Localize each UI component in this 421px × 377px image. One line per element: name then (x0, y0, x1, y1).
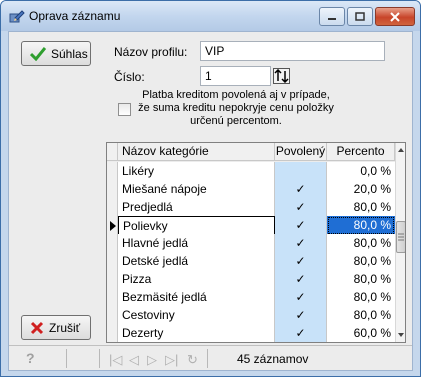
status-separator (66, 349, 67, 368)
cell-category-name[interactable]: Dezerty (118, 324, 275, 342)
profile-name-label: Názov profilu: (114, 45, 188, 59)
cell-allowed-checkbox[interactable]: ✓ (275, 288, 327, 307)
table-row[interactable]: Hlavné jedlá ✓ 80,0 % (107, 234, 395, 253)
last-record-icon[interactable]: ▷| (165, 352, 178, 368)
header-indicator-cell (107, 143, 118, 161)
row-indicator[interactable] (107, 270, 118, 289)
table-row[interactable]: Dezerty ✓ 60,0 % (107, 324, 395, 342)
cell-allowed-checkbox[interactable]: ✓ (275, 216, 327, 235)
credit-payment-checkbox[interactable] (118, 103, 131, 116)
cell-percent[interactable]: 80,0 % (327, 216, 395, 235)
grid-header: Názov kategórie Povolený Percento (107, 143, 405, 161)
row-indicator[interactable] (107, 216, 118, 235)
grip-icon (398, 233, 404, 241)
prev-record-icon[interactable]: ◁ (129, 352, 139, 368)
cell-percent[interactable]: 80,0 % (327, 252, 395, 271)
close-button[interactable] (375, 7, 415, 26)
cell-percent[interactable]: 80,0 % (327, 198, 395, 217)
first-record-icon[interactable]: |◁ (109, 352, 122, 368)
next-record-icon[interactable]: ▷ (147, 352, 157, 368)
scroll-up-arrow-icon[interactable] (396, 145, 406, 155)
record-count: 45 záznamov (237, 352, 309, 366)
table-row[interactable]: Detské jedlá ✓ 80,0 % (107, 252, 395, 271)
grid-vertical-scrollbar[interactable] (395, 143, 406, 342)
current-row-arrow-icon (110, 221, 116, 231)
cell-percent[interactable]: 0,0 % (327, 162, 395, 181)
status-separator (207, 349, 208, 368)
cell-percent[interactable]: 60,0 % (327, 324, 395, 342)
cell-percent[interactable]: 80,0 % (327, 288, 395, 307)
checkmark-icon (30, 46, 46, 61)
table-row[interactable]: Polievky ✓ 80,0 % (107, 216, 395, 235)
cell-category-name[interactable]: Polievky (118, 216, 275, 235)
credit-payment-label: Platba kreditom povolená aj v prípade, ž… (138, 89, 334, 127)
cell-category-name[interactable]: Likéry (118, 162, 275, 181)
column-header-percent[interactable]: Percento (327, 143, 395, 161)
dialog-body: Súhlas Názov profilu: VIP Číslo: 1 Platb… (8, 31, 413, 371)
table-row[interactable]: Bezmäsité jedlá ✓ 80,0 % (107, 288, 395, 307)
cell-percent[interactable]: 80,0 % (327, 270, 395, 289)
row-indicator[interactable] (107, 180, 118, 199)
cell-category-name[interactable]: Hlavné jedlá (118, 234, 275, 253)
cell-allowed-checkbox[interactable] (275, 162, 327, 181)
cell-category-name[interactable]: Pizza (118, 270, 275, 289)
ok-button[interactable]: Súhlas (21, 41, 91, 66)
row-indicator[interactable] (107, 234, 118, 253)
maximize-icon (355, 12, 365, 21)
minimize-button[interactable] (319, 7, 345, 26)
cell-category-name[interactable]: Miešané nápoje (118, 180, 275, 199)
ok-button-label: Súhlas (51, 46, 88, 61)
close-icon (390, 11, 400, 22)
cell-allowed-checkbox[interactable]: ✓ (275, 252, 327, 271)
cancel-button-label: Zrušiť (49, 320, 81, 335)
column-header-category[interactable]: Názov kategórie (118, 143, 275, 161)
table-row[interactable]: Cestoviny ✓ 80,0 % (107, 306, 395, 325)
cell-category-name[interactable]: Detské jedlá (118, 252, 275, 271)
row-indicator[interactable] (107, 324, 118, 342)
svg-text:?: ? (26, 350, 35, 366)
number-label: Číslo: (114, 70, 145, 84)
row-indicator[interactable] (107, 306, 118, 325)
row-indicator[interactable] (107, 252, 118, 271)
scroll-down-arrow-icon[interactable] (396, 330, 406, 340)
cell-allowed-checkbox[interactable]: ✓ (275, 270, 327, 289)
cell-category-name[interactable]: Cestoviny (118, 306, 275, 325)
number-input[interactable]: 1 (200, 66, 271, 86)
cell-allowed-checkbox[interactable]: ✓ (275, 234, 327, 253)
cell-allowed-checkbox[interactable]: ✓ (275, 198, 327, 217)
cell-percent[interactable]: 80,0 % (327, 234, 395, 253)
cell-allowed-checkbox[interactable]: ✓ (275, 324, 327, 342)
cell-percent[interactable]: 80,0 % (327, 306, 395, 325)
number-spinner[interactable] (273, 68, 290, 84)
refresh-icon[interactable]: ↻ (187, 352, 198, 368)
cell-allowed-checkbox[interactable]: ✓ (275, 180, 327, 199)
profile-name-input[interactable]: VIP (200, 41, 385, 61)
status-bar: ? |◁ ◁ ▷ ▷| ↻ 45 záznamov (9, 345, 412, 370)
row-indicator[interactable] (107, 198, 118, 217)
dialog-window: Oprava záznamu Súhlas Názov profilu: VIP… (0, 0, 421, 377)
up-down-spinner-icon (274, 68, 289, 84)
table-row[interactable]: Predjedlá ✓ 80,0 % (107, 198, 395, 217)
scrollbar-thumb[interactable] (396, 221, 405, 253)
help-icon[interactable]: ? (23, 350, 39, 366)
column-header-allowed[interactable]: Povolený (275, 143, 327, 161)
cell-percent[interactable]: 20,0 % (327, 180, 395, 199)
maximize-button[interactable] (347, 7, 373, 26)
row-indicator[interactable] (107, 288, 118, 307)
table-row[interactable]: Pizza ✓ 80,0 % (107, 270, 395, 289)
cancel-button[interactable]: Zrušiť (21, 315, 91, 340)
categories-grid: Názov kategórie Povolený Percento Likéry… (106, 142, 406, 343)
row-indicator[interactable] (107, 162, 118, 181)
cell-allowed-checkbox[interactable]: ✓ (275, 306, 327, 325)
table-row[interactable]: Miešané nápoje ✓ 20,0 % (107, 180, 395, 199)
edit-record-icon (9, 10, 25, 23)
window-title: Oprava záznamu (29, 9, 121, 23)
title-bar[interactable]: Oprava záznamu (1, 1, 420, 31)
cell-category-name[interactable]: Bezmäsité jedlá (118, 288, 275, 307)
minimize-icon (328, 17, 336, 20)
red-x-icon (30, 321, 44, 334)
table-row[interactable]: Likéry 0,0 % (107, 162, 395, 181)
status-separator (99, 349, 100, 368)
cell-category-name[interactable]: Predjedlá (118, 198, 275, 217)
